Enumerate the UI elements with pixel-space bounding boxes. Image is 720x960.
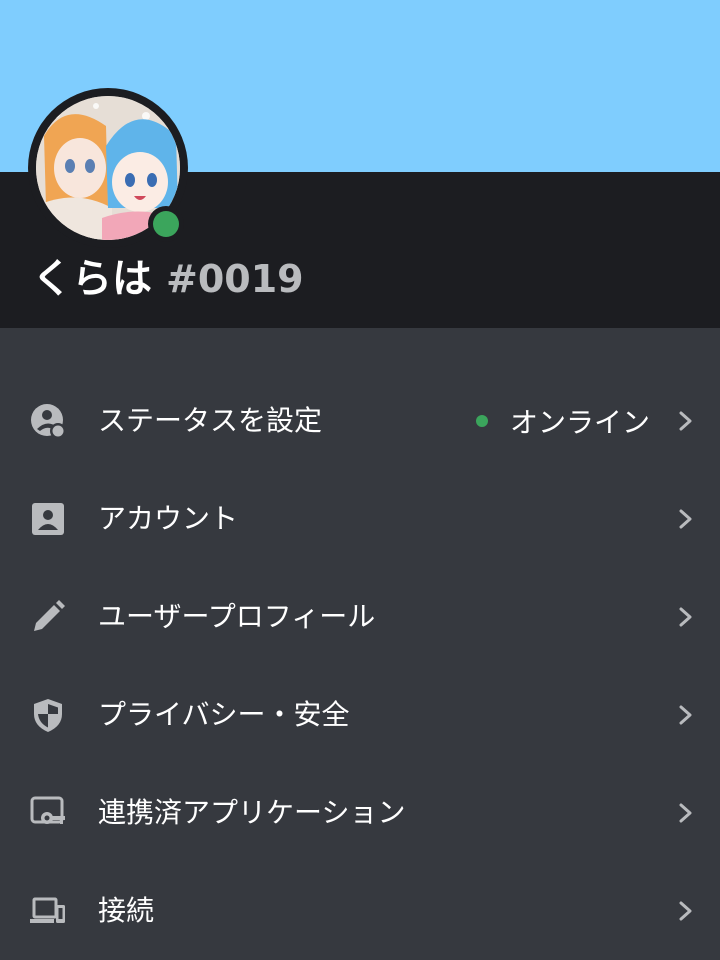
menu-item-label: アカウント — [98, 502, 239, 535]
chevron-right-icon — [679, 411, 692, 431]
pencil-icon — [34, 600, 65, 631]
menu-item-privacy-safety[interactable]: プライバシー・安全 — [0, 666, 720, 764]
menu-item-label: 連携済アプリケーション — [98, 796, 406, 829]
chevron-right-icon — [679, 901, 692, 921]
discriminator: #0019 — [166, 257, 304, 301]
menu-item-label: ステータスを設定 — [98, 404, 323, 437]
settings-menu: ステータスを設定 オンライン アカウント ユーザープロフィール プライバシー・安… — [0, 372, 720, 960]
user-name-row: くらは #0019 — [32, 246, 304, 304]
app-key-icon — [30, 796, 65, 824]
menu-item-label: 接続 — [98, 894, 155, 927]
menu-item-authorized-apps[interactable]: 連携済アプリケーション — [0, 764, 720, 862]
online-status-indicator — [148, 206, 184, 242]
menu-item-account[interactable]: アカウント — [0, 470, 720, 568]
menu-item-user-profile[interactable]: ユーザープロフィール — [0, 568, 720, 666]
chevron-right-icon — [679, 607, 692, 627]
account-card-icon — [32, 503, 64, 535]
online-dot-icon — [475, 415, 488, 427]
chevron-right-icon — [679, 509, 692, 529]
devices-icon — [30, 897, 65, 923]
chevron-right-icon — [679, 803, 692, 823]
status-value-label: オンライン — [509, 406, 650, 439]
menu-item-label: プライバシー・安全 — [98, 698, 350, 731]
chevron-right-icon — [679, 705, 692, 725]
menu-item-connections[interactable]: 接続 — [0, 862, 720, 960]
status-value: オンライン — [475, 372, 650, 470]
menu-item-label: ユーザープロフィール — [98, 600, 376, 633]
status-person-icon — [31, 404, 66, 439]
shield-icon — [34, 699, 62, 732]
menu-item-set-status[interactable]: ステータスを設定 オンライン — [0, 372, 720, 470]
username: くらは — [32, 256, 152, 302]
